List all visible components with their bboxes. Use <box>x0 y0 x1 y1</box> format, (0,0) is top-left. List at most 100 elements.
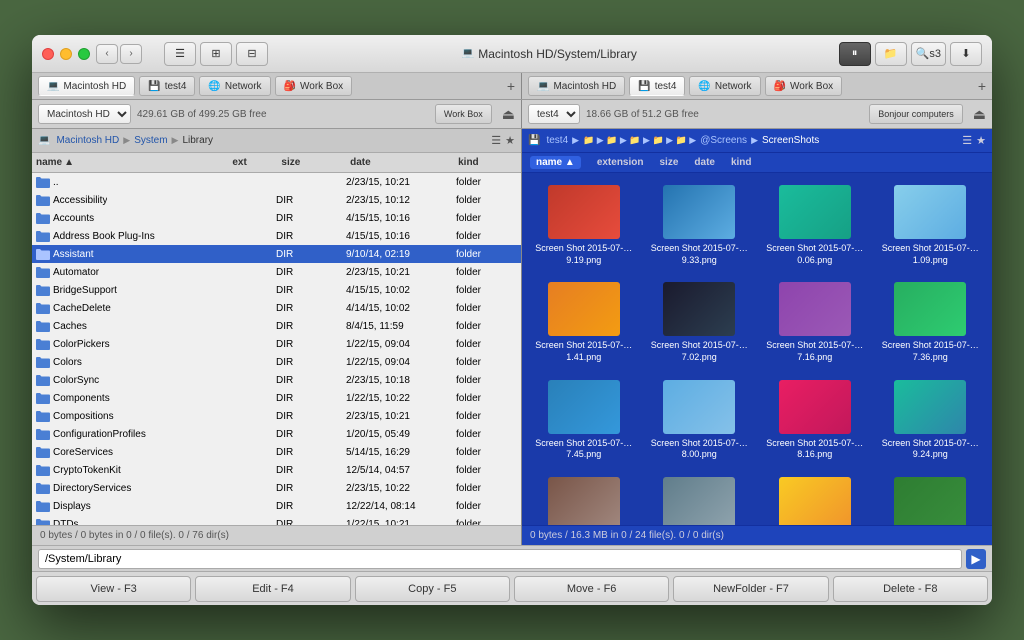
grid-item[interactable]: Screen Shot 2015-07-…8.00.png <box>646 376 754 465</box>
right-location-select[interactable]: test4 <box>528 104 580 124</box>
file-row[interactable]: Address Book Plug-Ins DIR 4/15/15, 10:16… <box>32 227 521 245</box>
left-tab-3[interactable]: 🎒 Work Box <box>275 76 353 96</box>
grid-item[interactable]: Screen Shot 2015-07-…9.24.png <box>877 376 985 465</box>
right-col-size[interactable]: size <box>660 157 679 168</box>
edit-button[interactable]: Edit - F4 <box>195 576 350 602</box>
left-location-bar: Macintosh HD 429.61 GB of 499.25 GB free… <box>32 100 522 128</box>
file-row[interactable]: Caches DIR 8/4/15, 11:59 folder <box>32 317 521 335</box>
right-col-name[interactable]: name ▲ <box>530 156 581 169</box>
right-add-tab[interactable]: + <box>978 78 986 94</box>
right-file-grid[interactable]: Screen Shot 2015-07-…9.19.png Screen Sho… <box>522 173 992 525</box>
file-row[interactable]: DirectoryServices DIR 2/23/15, 10:22 fol… <box>32 479 521 497</box>
right-bc-item-2[interactable]: ScreenShots <box>762 135 819 146</box>
grid-item[interactable]: Screen Shot 2015-07-…sea2 <box>877 473 985 525</box>
grid-item[interactable]: Screen Shot 2015-07-…9.19.png <box>530 181 638 270</box>
file-row[interactable]: ConfigurationProfiles DIR 1/20/15, 05:49… <box>32 425 521 443</box>
left-workbox-tab[interactable]: Work Box <box>435 104 492 124</box>
left-location-select[interactable]: Macintosh HD <box>38 104 131 124</box>
right-tab-2[interactable]: 🌐 Network <box>689 76 760 96</box>
file-row[interactable]: ColorSync DIR 2/23/15, 10:18 folder <box>32 371 521 389</box>
left-tab-2[interactable]: 🌐 Network <box>199 76 270 96</box>
file-row[interactable]: Displays DIR 12/22/14, 08:14 folder <box>32 497 521 515</box>
grid-item[interactable]: Screen Shot 2015-07-…1.41.png <box>530 278 638 367</box>
left-bc-item-1[interactable]: System <box>134 135 167 146</box>
right-eject-icon[interactable]: ⏏ <box>973 106 986 123</box>
titlebar: ‹ › ☰ ⊞ ⊟ 💻 Macintosh HD/System/Library … <box>32 35 992 73</box>
right-col-date[interactable]: date <box>694 157 715 168</box>
file-row[interactable]: BridgeSupport DIR 4/15/15, 10:02 folder <box>32 281 521 299</box>
file-row[interactable]: Colors DIR 1/22/15, 09:04 folder <box>32 353 521 371</box>
right-bonjour-tab[interactable]: Bonjour computers <box>869 104 963 124</box>
newfolder-button[interactable]: NewFolder - F7 <box>673 576 828 602</box>
copy-button[interactable]: Copy - F5 <box>355 576 510 602</box>
grid-item[interactable]: Screen Shot 2015-07-…7.16.png <box>761 278 869 367</box>
file-row[interactable]: CacheDelete DIR 4/14/15, 10:02 folder <box>32 299 521 317</box>
right-col-ext[interactable]: extension <box>597 157 644 168</box>
col-name-header[interactable]: name ▲ <box>36 157 232 168</box>
grid-item[interactable]: Screen Shot 2015-07-…7.45.png <box>530 376 638 465</box>
left-bc-item-2[interactable]: Library <box>182 135 213 146</box>
delete-button[interactable]: Delete - F8 <box>833 576 988 602</box>
grid-item[interactable]: Screen Shot 2015-07-…house <box>530 473 638 525</box>
grid-item[interactable]: Screen Shot 2015-07-…0.06.png <box>761 181 869 270</box>
col-date-header[interactable]: date <box>350 157 458 168</box>
file-row[interactable]: CoreServices DIR 5/14/15, 16:29 folder <box>32 443 521 461</box>
view-button[interactable]: View - F3 <box>36 576 191 602</box>
file-row[interactable]: DTDs DIR 1/22/15, 10:21 folder <box>32 515 521 525</box>
move-button[interactable]: Move - F6 <box>514 576 669 602</box>
new-folder-button[interactable]: 📁 <box>875 42 907 66</box>
close-button[interactable] <box>42 48 54 60</box>
file-row[interactable]: .. 2/23/15, 10:21 folder <box>32 173 521 191</box>
right-bc-item-0[interactable]: test4 <box>546 135 568 146</box>
grid-item[interactable]: Screen Shot 2015-07-…7.36.png <box>877 278 985 367</box>
minimize-button[interactable] <box>60 48 72 60</box>
download-button[interactable]: ⬇ <box>950 42 982 66</box>
col-ext-header[interactable]: ext <box>232 157 281 168</box>
right-location-bar: test4 18.66 GB of 51.2 GB free Bonjour c… <box>522 100 992 128</box>
left-tab-0[interactable]: 💻 Macintosh HD <box>38 76 135 96</box>
right-col-headers: name ▲ extension size date kind <box>522 153 992 173</box>
left-add-tab[interactable]: + <box>507 78 515 94</box>
right-star-icon[interactable]: ★ <box>976 134 986 147</box>
file-row[interactable]: Assistant DIR 9/10/14, 02:19 folder <box>32 245 521 263</box>
right-tabs: 💻 Macintosh HD 💾 test4 🌐 Network 🎒 Work … <box>522 73 992 99</box>
panel-list-icon[interactable]: ☰ <box>491 134 501 147</box>
file-row[interactable]: CryptoTokenKit DIR 12/5/14, 04:57 folder <box>32 461 521 479</box>
view-list-button[interactable]: ☰ <box>164 42 196 66</box>
left-bc-item-0[interactable]: Macintosh HD <box>56 135 119 146</box>
right-tab-1[interactable]: 💾 test4 <box>629 76 685 96</box>
right-list-icon[interactable]: ☰ <box>962 134 972 147</box>
toggle-button[interactable]: ⏸ <box>839 42 871 66</box>
grid-item[interactable]: Screen Shot 2015-07-…8.16.png <box>761 376 869 465</box>
file-row[interactable]: Compositions DIR 2/23/15, 10:21 folder <box>32 407 521 425</box>
view-grid-button[interactable]: ⊞ <box>200 42 232 66</box>
panel-star-icon[interactable]: ★ <box>505 134 515 147</box>
grid-item[interactable]: Screen Shot 2015-07-…1.09.png <box>877 181 985 270</box>
maximize-button[interactable] <box>78 48 90 60</box>
grid-item[interactable]: Screen Shot 2015-07-…people <box>646 473 754 525</box>
left-tab-1[interactable]: 💾 test4 <box>139 76 195 96</box>
file-row[interactable]: Accessibility DIR 2/23/15, 10:12 folder <box>32 191 521 209</box>
col-kind-header[interactable]: kind <box>458 157 517 168</box>
col-size-header[interactable]: size <box>281 157 350 168</box>
grid-item[interactable]: Screen Shot 2015-07-…9.33.png <box>646 181 754 270</box>
grid-item[interactable]: Screen Shot 2015-07-…yellow <box>761 473 869 525</box>
left-eject-icon[interactable]: ⏏ <box>502 106 515 123</box>
search-button[interactable]: 🔍s3 <box>911 42 946 66</box>
right-tab-0[interactable]: 💻 Macintosh HD <box>528 76 625 96</box>
file-row[interactable]: Components DIR 1/22/15, 10:22 folder <box>32 389 521 407</box>
view-columns-button[interactable]: ⊟ <box>236 42 268 66</box>
right-tab-3[interactable]: 🎒 Work Box <box>765 76 843 96</box>
path-go-button[interactable]: ▶ <box>966 549 986 569</box>
file-row[interactable]: ColorPickers DIR 1/22/15, 09:04 folder <box>32 335 521 353</box>
file-row[interactable]: Accounts DIR 4/15/15, 10:16 folder <box>32 209 521 227</box>
right-bc-item-1[interactable]: @Screens <box>700 135 747 146</box>
left-file-list[interactable]: .. 2/23/15, 10:21 folder Accessibility D… <box>32 173 521 525</box>
back-button[interactable]: ‹ <box>96 44 118 64</box>
right-panel: 💾 test4 ▶ 📁 ▶ 📁 ▶ 📁 ▶ 📁 ▶ 📁 ▶ @Screens ▶… <box>522 129 992 545</box>
path-input[interactable] <box>38 549 962 569</box>
file-row[interactable]: Automator DIR 2/23/15, 10:21 folder <box>32 263 521 281</box>
right-col-kind[interactable]: kind <box>731 157 752 168</box>
grid-item[interactable]: Screen Shot 2015-07-…7.02.png <box>646 278 754 367</box>
forward-button[interactable]: › <box>120 44 142 64</box>
